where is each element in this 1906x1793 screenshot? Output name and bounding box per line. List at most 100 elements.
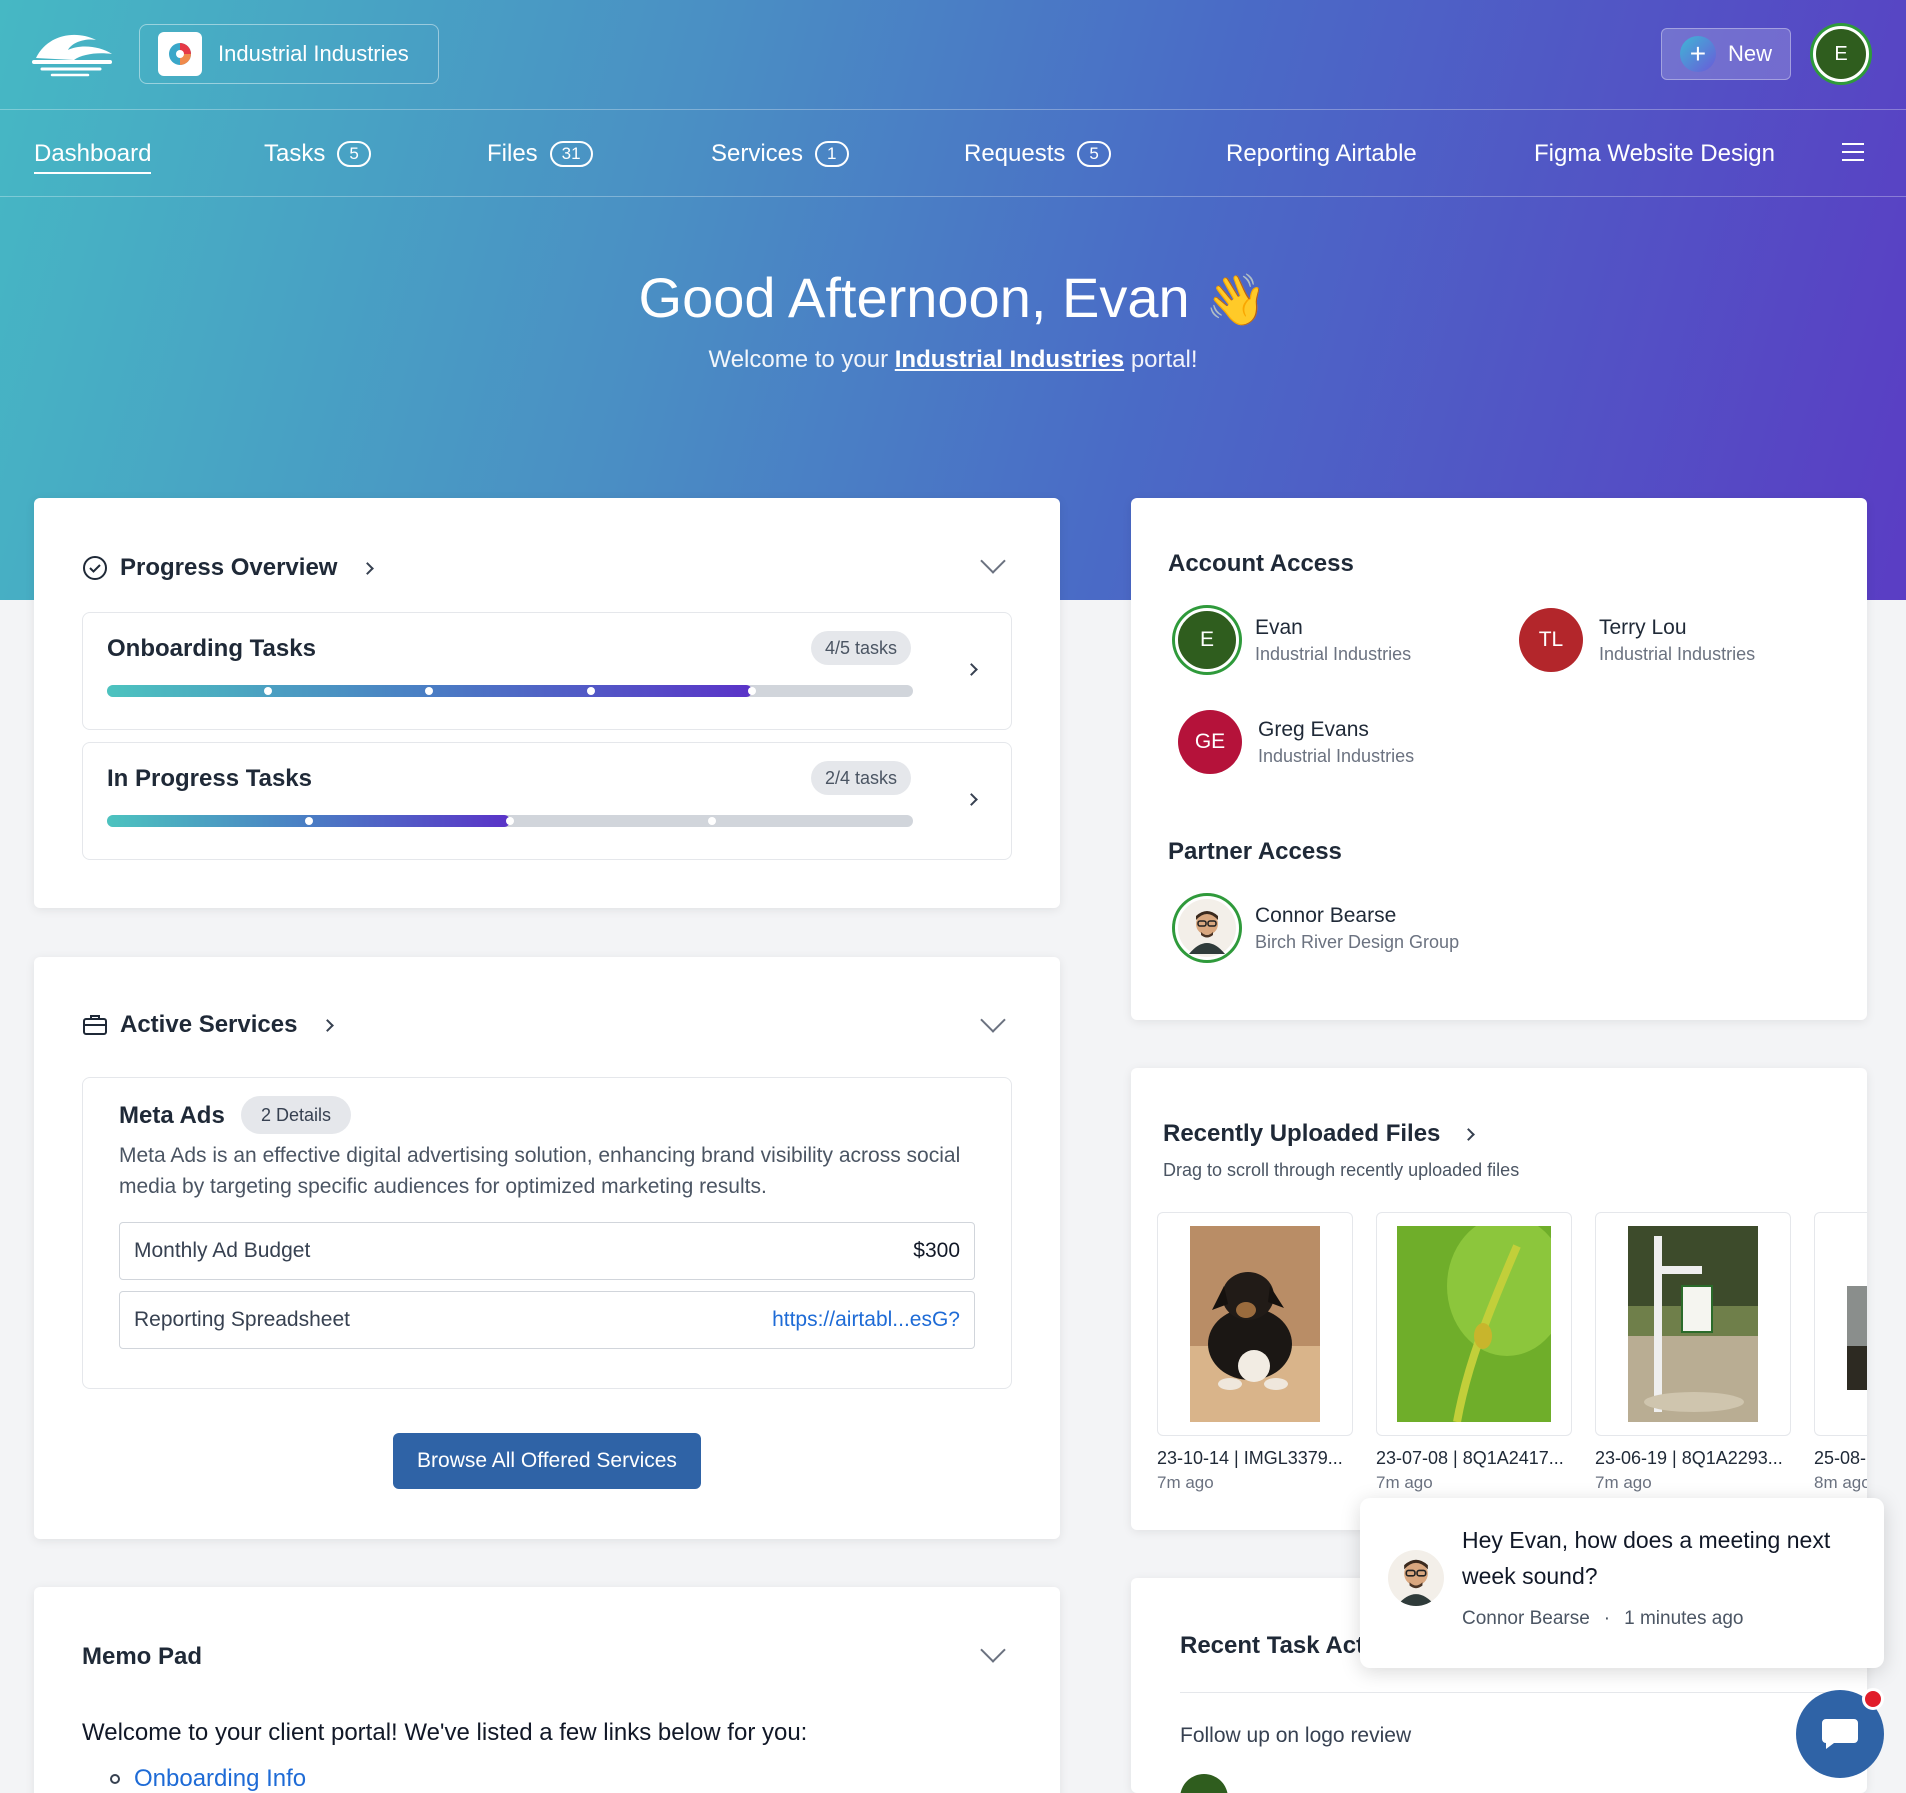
progress-step-dot (747, 687, 756, 695)
hamburger-menu-icon[interactable] (1842, 143, 1864, 161)
card-title: Memo Pad (82, 1643, 203, 1670)
chat-message-popup[interactable]: Hey Evan, how does a meeting next week s… (1360, 1498, 1884, 1668)
avatar: TL (1519, 608, 1583, 672)
chevron-down-icon[interactable] (980, 1007, 1006, 1033)
top-bar: Industrial Industries + New E (0, 0, 1906, 109)
progress-overview-card: Progress Overview Onboarding Tasks 4/5 t… (34, 498, 1060, 908)
task-group-in-progress[interactable]: In Progress Tasks 2/4 tasks (82, 742, 1012, 860)
progress-overview-header[interactable]: Progress Overview (82, 554, 375, 582)
tab-tasks[interactable]: Tasks 5 (264, 110, 371, 198)
account-user[interactable]: TL Terry Lou Industrial Industries (1519, 608, 1755, 672)
waving-hand-icon: 👋 (1205, 272, 1268, 328)
detail-label: Reporting Spreadsheet (134, 1308, 350, 1331)
partner-user[interactable]: Connor Bearse Birch River Design Group (1175, 896, 1459, 960)
person-photo-icon (1189, 911, 1225, 954)
memo-intro: Welcome to your client portal! We've lis… (82, 1719, 808, 1746)
partner-avatar (1175, 896, 1239, 960)
detail-value: $300 (913, 1239, 960, 1262)
memo-link-item[interactable]: Onboarding Info (110, 1765, 306, 1793)
browse-services-button[interactable]: Browse All Offered Services (393, 1433, 701, 1489)
card-title: Account Access (1168, 550, 1354, 577)
welcome-post: portal! (1130, 346, 1198, 373)
chat-bubble-icon (1822, 1719, 1858, 1749)
active-services-header[interactable]: Active Services (82, 1011, 335, 1039)
user-name: Evan (1255, 615, 1303, 639)
file-card[interactable]: 25-08- 8m ago (1814, 1212, 1867, 1493)
count-badge: 5 (1077, 141, 1111, 167)
user-name: Terry Lou (1599, 615, 1687, 639)
count-badge: 1 (815, 141, 849, 167)
task-group-name: Onboarding Tasks (107, 635, 316, 662)
org-logo-icon (158, 32, 202, 76)
leaf-photo-icon (1397, 1226, 1551, 1422)
user-org: Industrial Industries (1599, 643, 1756, 664)
tab-reporting-airtable[interactable]: Reporting Airtable (1226, 110, 1417, 198)
file-card[interactable]: 23-07-08 | 8Q1A2417... 7m ago (1376, 1212, 1572, 1493)
avatar (1180, 1774, 1228, 1793)
file-age: 8m ago (1814, 1473, 1867, 1492)
count-badge: 31 (549, 141, 593, 167)
tab-label: Services (711, 140, 804, 167)
task-group-name: In Progress Tasks (107, 765, 312, 792)
separator-dot: · (1603, 1608, 1611, 1629)
main-nav: Dashboard Tasks 5 Files 31 Services 1 Re… (0, 109, 1906, 197)
person-photo-icon (1396, 1559, 1436, 1606)
org-switcher[interactable]: Industrial Industries (139, 24, 439, 84)
sender-avatar (1388, 1550, 1444, 1606)
notification-dot (1862, 1688, 1884, 1710)
divider (1180, 1692, 1840, 1693)
progress-step-dot (506, 817, 514, 825)
service-detail-row: Monthly Ad Budget $300 (119, 1222, 975, 1280)
recent-files-header[interactable]: Recently Uploaded Files (1163, 1120, 1476, 1148)
chevron-down-icon[interactable] (980, 548, 1006, 574)
yard-sign-photo-icon (1628, 1226, 1758, 1422)
org-name: Industrial Industries (218, 41, 409, 66)
account-user[interactable]: GE Greg Evans Industrial Industries (1178, 710, 1414, 774)
tab-dashboard[interactable]: Dashboard (34, 110, 152, 198)
tab-requests[interactable]: Requests 5 (964, 110, 1111, 198)
activity-item[interactable]: Follow up on logo review (1180, 1724, 1411, 1748)
file-name: 23-07-08 | 8Q1A2417... (1376, 1448, 1564, 1468)
tab-label: Files (487, 140, 538, 167)
account-access-card: Account Access E Evan Industrial Industr… (1131, 498, 1867, 1020)
avatar: GE (1178, 710, 1242, 774)
chevron-right-icon (1462, 1127, 1476, 1141)
progress-step-dot (586, 687, 595, 695)
org-link[interactable]: Industrial Industries (895, 346, 1124, 373)
tab-figma-website-design[interactable]: Figma Website Design (1534, 110, 1775, 198)
partner-name: Connor Bearse (1255, 903, 1397, 927)
file-thumbnail (1157, 1212, 1353, 1436)
tab-services[interactable]: Services 1 (711, 110, 849, 198)
recent-files-card: Recently Uploaded Files Drag to scroll t… (1131, 1068, 1867, 1530)
memo-pad-card: Memo Pad Welcome to your client portal! … (34, 1587, 1060, 1793)
new-button[interactable]: + New (1661, 28, 1791, 80)
user-name: Greg Evans (1258, 717, 1369, 741)
task-group-onboarding[interactable]: Onboarding Tasks 4/5 tasks (82, 612, 1012, 730)
greeting-text: Good Afternoon, Evan (638, 266, 1190, 329)
card-title: Progress Overview (120, 554, 338, 581)
user-org: Industrial Industries (1255, 643, 1412, 664)
chevron-right-icon (965, 663, 978, 676)
landscape-photo-icon (1847, 1286, 1867, 1390)
file-card[interactable]: 23-06-19 | 8Q1A2293... 7m ago (1595, 1212, 1791, 1493)
partner-org: Birch River Design Group (1255, 931, 1460, 952)
tab-label: Figma Website Design (1534, 140, 1775, 167)
tab-files[interactable]: Files 31 (487, 110, 593, 198)
user-org: Industrial Industries (1258, 745, 1415, 766)
account-user[interactable]: E Evan Industrial Industries (1175, 608, 1411, 672)
onboarding-info-link[interactable]: Onboarding Info (134, 1765, 306, 1793)
chevron-right-icon (361, 561, 375, 575)
service-name: Meta Ads (119, 1102, 225, 1129)
progress-bar (107, 685, 913, 697)
user-avatar[interactable]: E (1813, 26, 1869, 82)
details-pill[interactable]: 2 Details (241, 1096, 352, 1134)
file-thumbnail (1814, 1212, 1867, 1436)
chevron-down-icon[interactable] (980, 1637, 1006, 1663)
puppy-photo-icon (1190, 1226, 1320, 1422)
spreadsheet-link[interactable]: https://airtabl...esG? (772, 1308, 960, 1332)
count-badge: 5 (337, 141, 371, 167)
file-age: 7m ago (1157, 1473, 1214, 1492)
file-age: 7m ago (1376, 1473, 1433, 1492)
brand-logo-icon[interactable] (30, 24, 116, 84)
file-card[interactable]: 23-10-14 | IMGL3379... 7m ago (1157, 1212, 1353, 1493)
